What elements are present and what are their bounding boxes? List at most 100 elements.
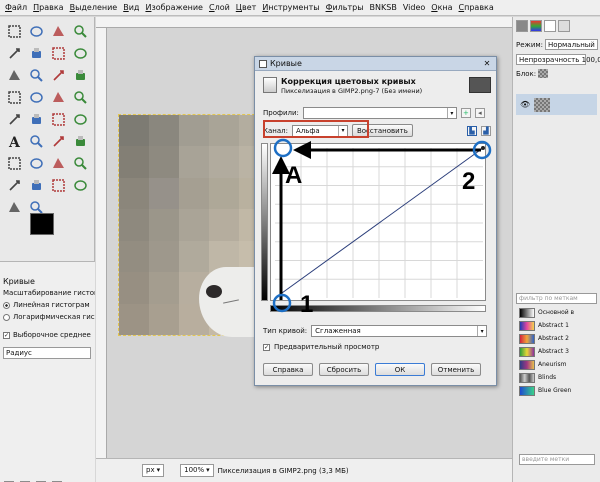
lock-alpha-icon[interactable] <box>538 69 549 78</box>
menu-item-2[interactable]: Выделение <box>67 3 121 12</box>
eraser-icon[interactable] <box>26 153 46 173</box>
checkbox-icon[interactable]: ✓ <box>3 331 10 339</box>
log-histogram-radio[interactable]: Логарифмическая гис <box>0 311 95 323</box>
radio-icon[interactable] <box>3 301 10 309</box>
rotate-icon[interactable] <box>48 87 68 107</box>
move-icon[interactable] <box>70 65 90 85</box>
crop-icon[interactable] <box>26 87 46 107</box>
menu-label-rest: ильтры <box>332 3 364 12</box>
text-icon[interactable]: A <box>4 131 24 151</box>
curve-point[interactable] <box>481 146 485 150</box>
ok-button[interactable]: ОК <box>375 363 425 376</box>
fuzzy-select-icon[interactable] <box>70 21 90 41</box>
unit-select[interactable]: px ▾ <box>142 464 165 477</box>
gradient-item[interactable]: Blue Green <box>513 384 600 397</box>
paintbrush-icon[interactable] <box>4 153 24 173</box>
vertical-ruler[interactable] <box>96 28 107 458</box>
opacity-slider[interactable]: Непрозрачность 100,0 <box>516 54 600 65</box>
layers-tab-icon[interactable] <box>516 20 528 32</box>
menu-item-4[interactable]: Изображение <box>142 3 206 12</box>
cancel-button[interactable]: Отменить <box>431 363 481 376</box>
dock-bottom: введите метки <box>513 450 600 469</box>
pencil-icon[interactable] <box>70 131 90 151</box>
linear-histogram-icon[interactable]: ▙ <box>467 125 477 136</box>
blend-icon[interactable] <box>48 131 68 151</box>
zoom-select[interactable]: 100% ▾ <box>180 464 214 477</box>
channels-tab-icon[interactable] <box>530 20 542 32</box>
profiles-select[interactable]: ▾ <box>302 107 457 119</box>
brush-filter-input[interactable]: фильтр по меткам <box>516 293 597 304</box>
radio-icon[interactable] <box>3 313 10 321</box>
curves-graph[interactable] <box>270 143 486 301</box>
close-icon[interactable]: ✕ <box>482 59 492 69</box>
menu-item-11[interactable]: Окна <box>428 3 455 12</box>
sample-average-checkbox[interactable]: ✓ Выборочное среднее <box>0 329 95 341</box>
tag-search-input[interactable]: введите метки <box>519 454 595 465</box>
menu-item-10[interactable]: Video <box>400 3 428 12</box>
menu-item-7[interactable]: Инструменты <box>259 3 322 12</box>
menu-item-6[interactable]: Цвет <box>233 3 260 12</box>
curves-grid[interactable] <box>271 144 487 302</box>
fg-bg-colors[interactable] <box>30 213 70 249</box>
undo-tab-icon[interactable] <box>558 20 570 32</box>
perspective-clone-icon[interactable] <box>48 175 68 195</box>
menu-label-rest: лой <box>214 3 230 12</box>
scissors-icon[interactable] <box>26 43 46 63</box>
menu-label-rest: Video <box>402 3 426 12</box>
dialog-titlebar[interactable]: Кривые <box>255 57 496 71</box>
eye-icon[interactable]: 👁 <box>520 100 530 109</box>
preview-checkbox[interactable]: ✓ <box>263 343 270 351</box>
zoom-icon[interactable] <box>26 65 46 85</box>
clone-icon[interactable] <box>4 175 24 195</box>
radius-field[interactable]: Радиус <box>3 347 91 359</box>
ellipse-select-icon[interactable] <box>26 21 46 41</box>
curve-type-select[interactable]: Сглаженная ▾ <box>311 325 488 337</box>
measure-icon[interactable] <box>48 65 68 85</box>
help-button[interactable]: Справка <box>263 363 313 376</box>
paths-tab-icon[interactable] <box>544 20 556 32</box>
color-picker-icon[interactable] <box>4 65 24 85</box>
gradient-item[interactable]: Abstract 2 <box>513 332 600 345</box>
menu-item-0[interactable]: Файл <box>2 3 30 12</box>
smudge-icon[interactable] <box>4 197 24 217</box>
preset-menu-icon[interactable]: ◂ <box>474 108 485 118</box>
reset-button[interactable]: Сбросить <box>319 363 369 376</box>
menu-item-5[interactable]: Слой <box>206 3 233 12</box>
gradient-item[interactable]: Blinds <box>513 371 600 384</box>
menu-item-12[interactable]: Справка <box>456 3 497 12</box>
log-histogram-icon[interactable]: ▟ <box>481 125 491 136</box>
foreground-color[interactable] <box>30 213 54 235</box>
foreground-select-icon[interactable] <box>48 43 68 63</box>
paths-icon[interactable] <box>70 43 90 63</box>
free-select-icon[interactable] <box>48 21 68 41</box>
perspective-icon[interactable] <box>26 109 46 129</box>
gradient-item[interactable]: Abstract 1 <box>513 319 600 332</box>
blur-icon[interactable] <box>70 175 90 195</box>
gradient-item[interactable]: Aneurism <box>513 358 600 371</box>
dog-nostril <box>206 285 222 298</box>
menu-item-9[interactable]: BNKSB <box>367 3 400 12</box>
gradient-item[interactable]: Основной в <box>513 306 600 319</box>
horizontal-ruler[interactable] <box>96 17 512 28</box>
align-icon[interactable] <box>4 87 24 107</box>
shear-icon[interactable] <box>4 109 24 129</box>
preview-row[interactable]: ✓ Предварительный просмотр <box>263 343 491 351</box>
color-select-icon[interactable] <box>4 43 24 63</box>
linear-histogram-radio[interactable]: Линейная гистограм <box>0 299 95 311</box>
scale-icon[interactable] <box>70 87 90 107</box>
cage-icon[interactable] <box>70 109 90 129</box>
heal-icon[interactable] <box>26 175 46 195</box>
rect-select-icon[interactable] <box>4 21 24 41</box>
bucket-fill-icon[interactable] <box>26 131 46 151</box>
airbrush-icon[interactable] <box>48 153 68 173</box>
gradient-item[interactable]: Abstract 3 <box>513 345 600 358</box>
chevron-down-icon: ▾ <box>446 108 456 118</box>
add-preset-icon[interactable]: + <box>460 108 471 118</box>
menu-item-8[interactable]: Фильтры <box>323 3 367 12</box>
flip-icon[interactable] <box>48 109 68 129</box>
mode-select[interactable]: Нормальный <box>545 39 598 50</box>
ink-icon[interactable] <box>70 153 90 173</box>
layer-item[interactable]: 👁 <box>516 94 597 115</box>
menu-item-1[interactable]: Правка <box>30 3 66 12</box>
menu-item-3[interactable]: Вид <box>120 3 142 12</box>
